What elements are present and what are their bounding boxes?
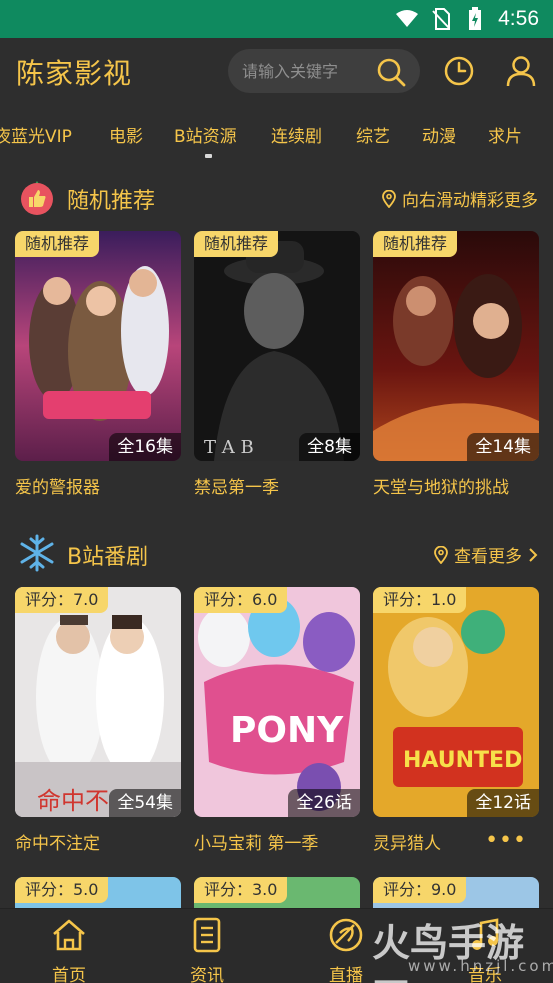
status-bar: 4:56 [0, 0, 553, 38]
nav-news[interactable]: 资讯 [162, 915, 252, 983]
app-title: 陈家影视 [16, 57, 133, 90]
card-title: 禁忌第一季 [194, 478, 279, 498]
svg-text:HAUNTED: HAUNTED [403, 748, 522, 773]
card-tag: 随机推荐 [15, 231, 100, 257]
chevron-right-icon [529, 547, 538, 562]
media-card[interactable]: PONY 评分：6.0 全26话 小马宝莉 第一季 [194, 587, 360, 854]
card-title: 命中不注定 [15, 834, 100, 854]
media-card[interactable]: HAUNTED 评分：1.0 全12话 灵异猎人 [373, 587, 539, 854]
active-tab-indicator [205, 154, 212, 158]
status-time: 4:56 [498, 7, 539, 30]
card-tag: 随机推荐 [373, 231, 458, 257]
svg-text:PONY: PONY [230, 710, 344, 751]
poster: PONY 评分：6.0 全26话 [194, 587, 360, 817]
card-title: 小马宝莉 第一季 [194, 834, 319, 854]
watermark: 火鸟手游网 www.hnzjl.com [372, 912, 553, 983]
poster-image [15, 231, 181, 461]
tab-anime[interactable]: 动漫 [422, 122, 456, 147]
history-clock-icon[interactable] [441, 53, 477, 89]
card-tag: 评分：7.0 [15, 587, 109, 613]
poster: 随机推荐 全16集 [15, 231, 181, 461]
poster-image [373, 231, 539, 461]
media-card[interactable]: T A B 随机推荐 全8集 禁忌第一季 [194, 231, 360, 498]
search-input[interactable] [242, 61, 372, 81]
section-more-label: 向右滑动精彩更多 [402, 191, 538, 211]
app-bar: 陈家影视 [0, 38, 553, 106]
episode-count: 全26话 [288, 789, 360, 817]
section-more-random[interactable]: 向右滑动精彩更多 [382, 186, 538, 211]
tab-vip[interactable]: 夜蓝光VIP [0, 122, 72, 147]
nav-label: 首页 [52, 966, 86, 983]
card-tag: 评分：3.0 [194, 877, 288, 903]
watermark-url: www.hnzjl.com [408, 957, 553, 975]
snowflake-icon [18, 534, 56, 572]
section-header-random: 随机推荐 向右滑动精彩更多 [0, 176, 553, 220]
card-tag: 评分：9.0 [373, 877, 467, 903]
svg-text:命中不: 命中不 [37, 787, 109, 815]
poster-image: T A B [194, 231, 360, 461]
media-card[interactable]: 随机推荐 全14集 天堂与地狱的挑战 [373, 231, 539, 498]
section-title-random: 随机推荐 [67, 189, 156, 214]
more-options-icon[interactable]: ••• [485, 828, 527, 853]
thumbs-up-icon [18, 178, 56, 216]
poster-image: HAUNTED [373, 587, 539, 817]
poster: HAUNTED 评分：1.0 全12话 [373, 587, 539, 817]
tab-bilibili[interactable]: B站资源 [174, 122, 237, 147]
search-icon[interactable] [376, 57, 406, 91]
news-icon [162, 915, 252, 955]
card-tag: 随机推荐 [194, 231, 279, 257]
poster: T A B 随机推荐 全8集 [194, 231, 360, 461]
tab-series[interactable]: 连续剧 [271, 122, 322, 147]
section-title-bilibili: B站番剧 [67, 545, 149, 570]
poster: 随机推荐 全14集 [373, 231, 539, 461]
location-pin-icon [382, 189, 396, 208]
section-more-bilibili[interactable]: 查看更多 [434, 542, 538, 567]
episode-count: 全8集 [299, 433, 360, 461]
tab-variety[interactable]: 综艺 [356, 122, 390, 147]
card-title: 天堂与地狱的挑战 [373, 478, 509, 498]
poster-image: PONY [194, 587, 360, 817]
media-card[interactable]: 随机推荐 全16集 爱的警报器 [15, 231, 181, 498]
section-more-label: 查看更多 [454, 547, 522, 567]
episode-count: 全54集 [109, 789, 181, 817]
poster: 命中不 评分：7.0 全54集 [15, 587, 181, 817]
card-tag: 评分：1.0 [373, 587, 467, 613]
battery-charging-icon [464, 7, 486, 30]
card-tag: 评分：5.0 [15, 877, 109, 903]
svg-text:T A B: T A B [204, 437, 254, 458]
tab-request[interactable]: 求片 [488, 122, 522, 147]
poster-image: 命中不 [15, 587, 181, 817]
media-card[interactable]: 命中不 评分：7.0 全54集 命中不注定 [15, 587, 181, 854]
tab-movies[interactable]: 电影 [109, 122, 143, 147]
nav-label: 资讯 [190, 966, 224, 983]
home-icon [24, 915, 114, 955]
card-title: 爱的警报器 [15, 478, 100, 498]
card-tag: 评分：6.0 [194, 587, 288, 613]
wifi-icon [396, 8, 419, 30]
location-pin-icon [434, 545, 448, 564]
episode-count: 全12话 [467, 789, 539, 817]
user-icon[interactable] [503, 53, 539, 89]
section-header-bilibili: B站番剧 查看更多 [0, 532, 553, 576]
episode-count: 全16集 [109, 433, 181, 461]
nav-home[interactable]: 首页 [24, 915, 114, 983]
category-tabs: 夜蓝光VIP 电影 B站资源 连续剧 综艺 动漫 求片 [0, 106, 553, 164]
search-box[interactable] [228, 49, 420, 93]
no-sim-icon [430, 8, 452, 30]
episode-count: 全14集 [467, 433, 539, 461]
